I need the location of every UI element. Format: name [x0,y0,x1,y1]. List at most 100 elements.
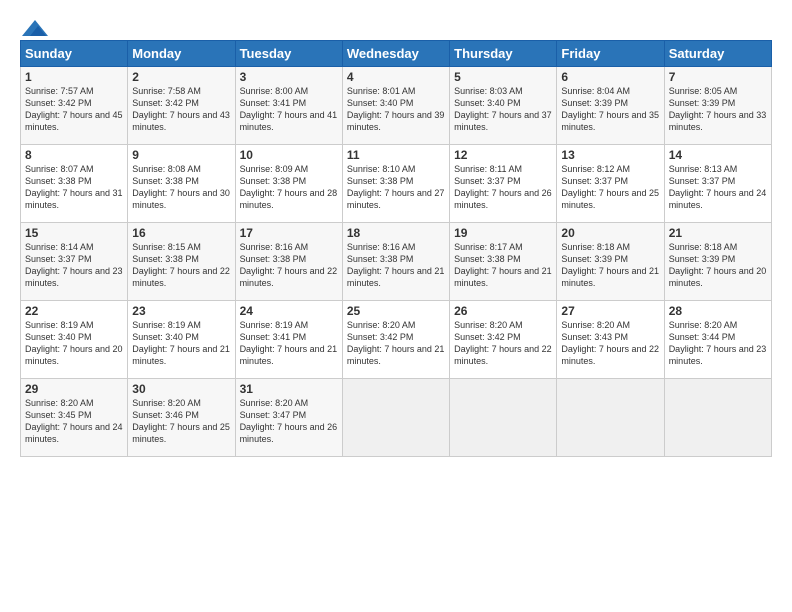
table-row [450,379,557,457]
table-row: 31 Sunrise: 8:20 AMSunset: 3:47 PMDaylig… [235,379,342,457]
day-info: Sunrise: 8:16 AMSunset: 3:38 PMDaylight:… [347,242,445,288]
table-row: 11 Sunrise: 8:10 AMSunset: 3:38 PMDaylig… [342,145,449,223]
table-row: 6 Sunrise: 8:04 AMSunset: 3:39 PMDayligh… [557,67,664,145]
day-number: 17 [240,226,338,240]
table-row: 13 Sunrise: 8:12 AMSunset: 3:37 PMDaylig… [557,145,664,223]
day-number: 28 [669,304,767,318]
table-row: 10 Sunrise: 8:09 AMSunset: 3:38 PMDaylig… [235,145,342,223]
table-row: 17 Sunrise: 8:16 AMSunset: 3:38 PMDaylig… [235,223,342,301]
table-row: 9 Sunrise: 8:08 AMSunset: 3:38 PMDayligh… [128,145,235,223]
day-info: Sunrise: 8:15 AMSunset: 3:38 PMDaylight:… [132,242,230,288]
day-info: Sunrise: 8:14 AMSunset: 3:37 PMDaylight:… [25,242,123,288]
table-row: 18 Sunrise: 8:16 AMSunset: 3:38 PMDaylig… [342,223,449,301]
table-row [557,379,664,457]
day-info: Sunrise: 8:18 AMSunset: 3:39 PMDaylight:… [669,242,767,288]
table-row: 23 Sunrise: 8:19 AMSunset: 3:40 PMDaylig… [128,301,235,379]
table-row: 1 Sunrise: 7:57 AMSunset: 3:42 PMDayligh… [21,67,128,145]
table-row: 4 Sunrise: 8:01 AMSunset: 3:40 PMDayligh… [342,67,449,145]
day-number: 16 [132,226,230,240]
day-info: Sunrise: 8:19 AMSunset: 3:40 PMDaylight:… [132,320,230,366]
col-thursday: Thursday [450,41,557,67]
day-info: Sunrise: 8:16 AMSunset: 3:38 PMDaylight:… [240,242,338,288]
day-info: Sunrise: 8:10 AMSunset: 3:38 PMDaylight:… [347,164,445,210]
table-row: 3 Sunrise: 8:00 AMSunset: 3:41 PMDayligh… [235,67,342,145]
calendar-week-row: 8 Sunrise: 8:07 AMSunset: 3:38 PMDayligh… [21,145,772,223]
day-number: 15 [25,226,123,240]
day-info: Sunrise: 8:11 AMSunset: 3:37 PMDaylight:… [454,164,552,210]
day-info: Sunrise: 8:13 AMSunset: 3:37 PMDaylight:… [669,164,767,210]
logo-icon [20,18,50,38]
day-number: 24 [240,304,338,318]
day-info: Sunrise: 8:07 AMSunset: 3:38 PMDaylight:… [25,164,123,210]
day-number: 11 [347,148,445,162]
calendar-week-row: 22 Sunrise: 8:19 AMSunset: 3:40 PMDaylig… [21,301,772,379]
day-number: 1 [25,70,123,84]
col-wednesday: Wednesday [342,41,449,67]
calendar-week-row: 15 Sunrise: 8:14 AMSunset: 3:37 PMDaylig… [21,223,772,301]
day-number: 25 [347,304,445,318]
day-number: 4 [347,70,445,84]
day-number: 31 [240,382,338,396]
col-tuesday: Tuesday [235,41,342,67]
day-info: Sunrise: 8:19 AMSunset: 3:41 PMDaylight:… [240,320,338,366]
day-number: 19 [454,226,552,240]
col-friday: Friday [557,41,664,67]
table-row [664,379,771,457]
day-info: Sunrise: 7:57 AMSunset: 3:42 PMDaylight:… [25,86,123,132]
day-number: 18 [347,226,445,240]
day-info: Sunrise: 8:20 AMSunset: 3:43 PMDaylight:… [561,320,659,366]
day-info: Sunrise: 8:20 AMSunset: 3:42 PMDaylight:… [347,320,445,366]
calendar-page: Sunday Monday Tuesday Wednesday Thursday… [0,0,792,612]
day-info: Sunrise: 8:12 AMSunset: 3:37 PMDaylight:… [561,164,659,210]
day-info: Sunrise: 8:01 AMSunset: 3:40 PMDaylight:… [347,86,445,132]
table-row: 29 Sunrise: 8:20 AMSunset: 3:45 PMDaylig… [21,379,128,457]
table-row: 30 Sunrise: 8:20 AMSunset: 3:46 PMDaylig… [128,379,235,457]
day-info: Sunrise: 8:09 AMSunset: 3:38 PMDaylight:… [240,164,338,210]
day-number: 7 [669,70,767,84]
calendar-week-row: 1 Sunrise: 7:57 AMSunset: 3:42 PMDayligh… [21,67,772,145]
day-number: 20 [561,226,659,240]
day-info: Sunrise: 8:00 AMSunset: 3:41 PMDaylight:… [240,86,338,132]
day-info: Sunrise: 8:20 AMSunset: 3:42 PMDaylight:… [454,320,552,366]
table-row: 2 Sunrise: 7:58 AMSunset: 3:42 PMDayligh… [128,67,235,145]
day-info: Sunrise: 8:20 AMSunset: 3:46 PMDaylight:… [132,398,230,444]
table-row: 8 Sunrise: 8:07 AMSunset: 3:38 PMDayligh… [21,145,128,223]
table-row: 16 Sunrise: 8:15 AMSunset: 3:38 PMDaylig… [128,223,235,301]
day-number: 26 [454,304,552,318]
calendar-header-row: Sunday Monday Tuesday Wednesday Thursday… [21,41,772,67]
day-number: 10 [240,148,338,162]
day-number: 23 [132,304,230,318]
day-number: 5 [454,70,552,84]
table-row: 19 Sunrise: 8:17 AMSunset: 3:38 PMDaylig… [450,223,557,301]
day-info: Sunrise: 8:19 AMSunset: 3:40 PMDaylight:… [25,320,123,366]
table-row: 26 Sunrise: 8:20 AMSunset: 3:42 PMDaylig… [450,301,557,379]
calendar-table: Sunday Monday Tuesday Wednesday Thursday… [20,40,772,457]
day-info: Sunrise: 7:58 AMSunset: 3:42 PMDaylight:… [132,86,230,132]
col-sunday: Sunday [21,41,128,67]
table-row: 28 Sunrise: 8:20 AMSunset: 3:44 PMDaylig… [664,301,771,379]
table-row: 5 Sunrise: 8:03 AMSunset: 3:40 PMDayligh… [450,67,557,145]
day-number: 14 [669,148,767,162]
table-row: 7 Sunrise: 8:05 AMSunset: 3:39 PMDayligh… [664,67,771,145]
table-row: 25 Sunrise: 8:20 AMSunset: 3:42 PMDaylig… [342,301,449,379]
day-info: Sunrise: 8:04 AMSunset: 3:39 PMDaylight:… [561,86,659,132]
table-row: 14 Sunrise: 8:13 AMSunset: 3:37 PMDaylig… [664,145,771,223]
calendar-week-row: 29 Sunrise: 8:20 AMSunset: 3:45 PMDaylig… [21,379,772,457]
table-row: 21 Sunrise: 8:18 AMSunset: 3:39 PMDaylig… [664,223,771,301]
col-saturday: Saturday [664,41,771,67]
day-number: 2 [132,70,230,84]
table-row: 27 Sunrise: 8:20 AMSunset: 3:43 PMDaylig… [557,301,664,379]
header [20,18,772,34]
day-info: Sunrise: 8:20 AMSunset: 3:47 PMDaylight:… [240,398,338,444]
day-info: Sunrise: 8:08 AMSunset: 3:38 PMDaylight:… [132,164,230,210]
table-row: 12 Sunrise: 8:11 AMSunset: 3:37 PMDaylig… [450,145,557,223]
table-row: 24 Sunrise: 8:19 AMSunset: 3:41 PMDaylig… [235,301,342,379]
logo [20,18,50,34]
day-number: 21 [669,226,767,240]
table-row: 15 Sunrise: 8:14 AMSunset: 3:37 PMDaylig… [21,223,128,301]
day-number: 30 [132,382,230,396]
day-number: 9 [132,148,230,162]
table-row [342,379,449,457]
day-number: 13 [561,148,659,162]
table-row: 22 Sunrise: 8:19 AMSunset: 3:40 PMDaylig… [21,301,128,379]
